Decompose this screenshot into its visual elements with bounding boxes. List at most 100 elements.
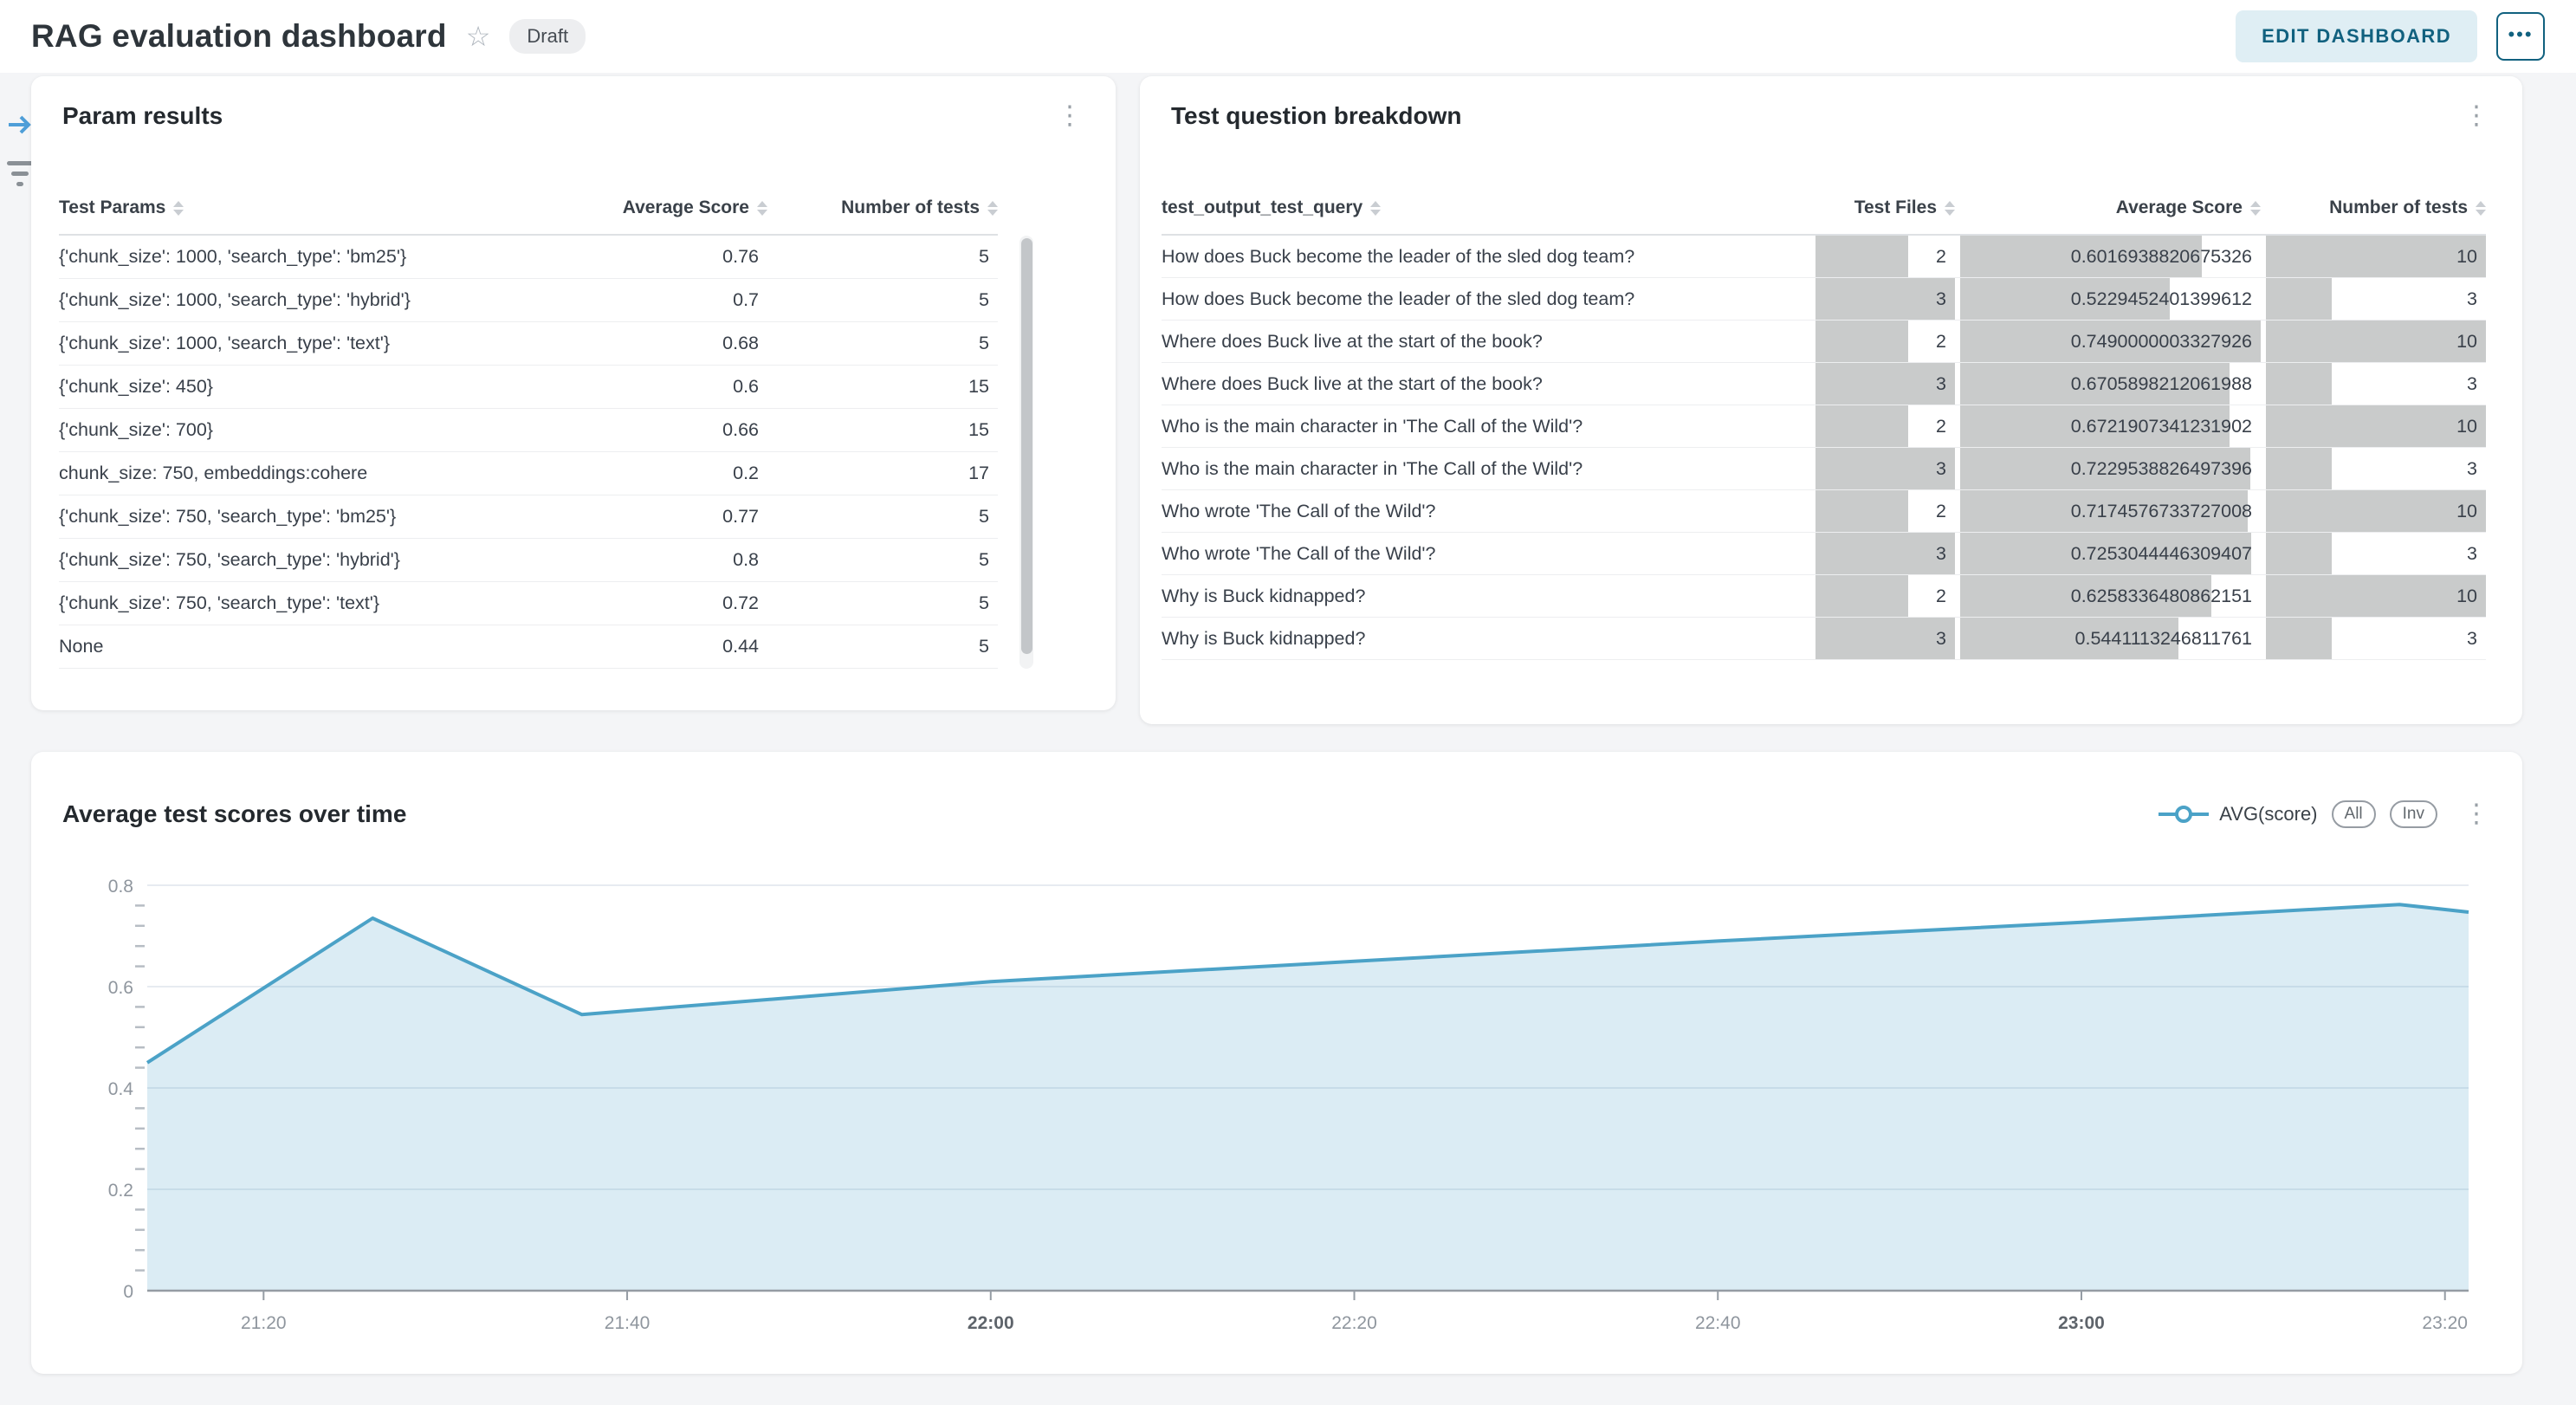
cell-test-params[interactable]: {'chunk_size': 450} <box>59 366 530 408</box>
cell-test-params[interactable]: {'chunk_size': 1000, 'search_type': 'bm2… <box>59 236 530 278</box>
column-header[interactable]: test_output_test_query <box>1162 197 1810 218</box>
cell-number-of-tests[interactable]: 5 <box>767 236 998 278</box>
more-options-button[interactable]: ••• <box>2496 12 2545 61</box>
column-header[interactable]: Test Params <box>59 197 530 218</box>
cell-number-of-tests[interactable]: 5 <box>767 539 998 581</box>
sort-icon[interactable] <box>987 201 998 216</box>
cell-number-of-tests[interactable]: 3 <box>2261 363 2486 405</box>
cell-average-score[interactable]: 0.7229538826497396 <box>1955 448 2261 489</box>
cell-average-score[interactable]: 0.6016938820675326 <box>1955 236 2261 277</box>
column-header[interactable]: Average Score <box>1955 197 2261 218</box>
sort-icon[interactable] <box>1370 201 1381 216</box>
cell-test-files[interactable]: 2 <box>1810 236 1955 277</box>
table-row[interactable]: {'chunk_size': 450}0.615 <box>59 366 998 409</box>
favorite-star-icon[interactable]: ☆ <box>466 20 491 53</box>
cell-number-of-tests[interactable]: 3 <box>2261 278 2486 320</box>
cell-query[interactable]: Why is Buck kidnapped? <box>1162 575 1810 617</box>
table-row[interactable]: {'chunk_size': 1000, 'search_type': 'bm2… <box>59 236 998 279</box>
cell-number-of-tests[interactable]: 5 <box>767 625 998 668</box>
cell-average-score[interactable]: 0.7174576733727008 <box>1955 490 2261 532</box>
table-row[interactable]: Who wrote 'The Call of the Wild'?20.7174… <box>1162 490 2486 533</box>
cell-average-score[interactable]: 0.68 <box>530 322 767 365</box>
table-row[interactable]: {'chunk_size': 1000, 'search_type': 'hyb… <box>59 279 998 322</box>
cell-query[interactable]: How does Buck become the leader of the s… <box>1162 236 1810 277</box>
table-row[interactable]: Where does Buck live at the start of the… <box>1162 320 2486 363</box>
cell-number-of-tests[interactable]: 15 <box>767 366 998 408</box>
cell-average-score[interactable]: 0.7253044446309407 <box>1955 533 2261 574</box>
cell-average-score[interactable]: 0.77 <box>530 495 767 538</box>
cell-number-of-tests[interactable]: 5 <box>767 582 998 625</box>
table-row[interactable]: Who is the main character in 'The Call o… <box>1162 405 2486 448</box>
table-row[interactable]: {'chunk_size': 1000, 'search_type': 'tex… <box>59 322 998 366</box>
table-row[interactable]: {'chunk_size': 700}0.6615 <box>59 409 998 452</box>
cell-number-of-tests[interactable]: 5 <box>767 279 998 321</box>
cell-query[interactable]: Who wrote 'The Call of the Wild'? <box>1162 490 1810 532</box>
column-header[interactable]: Number of tests <box>2261 197 2486 218</box>
cell-average-score[interactable]: 0.7 <box>530 279 767 321</box>
cell-number-of-tests[interactable]: 10 <box>2261 490 2486 532</box>
table-row[interactable]: Who wrote 'The Call of the Wild'?30.7253… <box>1162 533 2486 575</box>
card-menu-icon[interactable]: ⋮ <box>2460 801 2493 827</box>
cell-number-of-tests[interactable]: 3 <box>2261 618 2486 659</box>
sort-icon[interactable] <box>1945 201 1955 216</box>
table-row[interactable]: Why is Buck kidnapped?30.544111324681176… <box>1162 618 2486 660</box>
cell-average-score[interactable]: 0.6705898212061988 <box>1955 363 2261 405</box>
cell-test-files[interactable]: 2 <box>1810 405 1955 447</box>
cell-test-files[interactable]: 3 <box>1810 448 1955 489</box>
cell-query[interactable]: Where does Buck live at the start of the… <box>1162 363 1810 405</box>
cell-test-params[interactable]: {'chunk_size': 1000, 'search_type': 'hyb… <box>59 279 530 321</box>
table-row[interactable]: None0.445 <box>59 625 998 669</box>
cell-query[interactable]: How does Buck become the leader of the s… <box>1162 278 1810 320</box>
cell-test-files[interactable]: 3 <box>1810 618 1955 659</box>
cell-query[interactable]: Who is the main character in 'The Call o… <box>1162 448 1810 489</box>
cell-test-files[interactable]: 3 <box>1810 278 1955 320</box>
cell-test-files[interactable]: 3 <box>1810 533 1955 574</box>
cell-average-score[interactable]: 0.76 <box>530 236 767 278</box>
column-header[interactable]: Number of tests <box>767 197 998 218</box>
cell-number-of-tests[interactable]: 15 <box>767 409 998 451</box>
cell-test-params[interactable]: None <box>59 625 530 668</box>
cell-average-score[interactable]: 0.2 <box>530 452 767 495</box>
cell-query[interactable]: Where does Buck live at the start of the… <box>1162 320 1810 362</box>
cell-number-of-tests[interactable]: 10 <box>2261 320 2486 362</box>
cell-test-params[interactable]: {'chunk_size': 750, 'search_type': 'text… <box>59 582 530 625</box>
cell-number-of-tests[interactable]: 5 <box>767 322 998 365</box>
cell-test-files[interactable]: 2 <box>1810 490 1955 532</box>
cell-average-score[interactable]: 0.5441113246811761 <box>1955 618 2261 659</box>
cell-number-of-tests[interactable]: 3 <box>2261 448 2486 489</box>
sort-icon[interactable] <box>173 201 184 216</box>
cell-number-of-tests[interactable]: 10 <box>2261 575 2486 617</box>
cell-average-score[interactable]: 0.6 <box>530 366 767 408</box>
cell-number-of-tests[interactable]: 3 <box>2261 533 2486 574</box>
cell-test-files[interactable]: 3 <box>1810 363 1955 405</box>
cell-average-score[interactable]: 0.7490000003327926 <box>1955 320 2261 362</box>
cell-query[interactable]: Why is Buck kidnapped? <box>1162 618 1810 659</box>
scrollbar-thumb[interactable] <box>1021 238 1032 654</box>
column-header[interactable]: Average Score <box>530 197 767 218</box>
cell-test-params[interactable]: {'chunk_size': 750, 'search_type': 'bm25… <box>59 495 530 538</box>
cell-average-score[interactable]: 0.8 <box>530 539 767 581</box>
legend-series-label[interactable]: AVG(score) <box>2219 803 2317 826</box>
column-header[interactable]: Test Files <box>1810 197 1955 218</box>
cell-number-of-tests[interactable]: 5 <box>767 495 998 538</box>
cell-test-params[interactable]: chunk_size: 750, embeddings:cohere <box>59 452 530 495</box>
cell-number-of-tests[interactable]: 17 <box>767 452 998 495</box>
sort-icon[interactable] <box>2250 201 2261 216</box>
cell-average-score[interactable]: 0.72 <box>530 582 767 625</box>
table-row[interactable]: Where does Buck live at the start of the… <box>1162 363 2486 405</box>
cell-number-of-tests[interactable]: 10 <box>2261 236 2486 277</box>
table-row[interactable]: How does Buck become the leader of the s… <box>1162 236 2486 278</box>
table-row[interactable]: How does Buck become the leader of the s… <box>1162 278 2486 320</box>
legend-toggle-all[interactable]: All <box>2332 800 2376 828</box>
cell-average-score[interactable]: 0.66 <box>530 409 767 451</box>
cell-average-score[interactable]: 0.44 <box>530 625 767 668</box>
cell-test-files[interactable]: 2 <box>1810 320 1955 362</box>
table-row[interactable]: Why is Buck kidnapped?20.625833648086215… <box>1162 575 2486 618</box>
cell-test-params[interactable]: {'chunk_size': 700} <box>59 409 530 451</box>
cell-test-params[interactable]: {'chunk_size': 750, 'search_type': 'hybr… <box>59 539 530 581</box>
table-row[interactable]: {'chunk_size': 750, 'search_type': 'text… <box>59 582 998 625</box>
cell-query[interactable]: Who is the main character in 'The Call o… <box>1162 405 1810 447</box>
cell-average-score[interactable]: 0.6721907341231902 <box>1955 405 2261 447</box>
card-menu-icon[interactable]: ⋮ <box>1053 103 1086 129</box>
table-row[interactable]: {'chunk_size': 750, 'search_type': 'hybr… <box>59 539 998 582</box>
